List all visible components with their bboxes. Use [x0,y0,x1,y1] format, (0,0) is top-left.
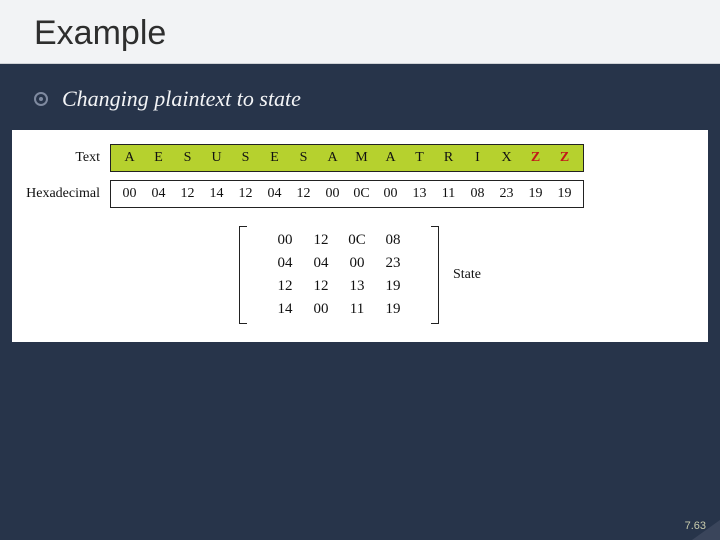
figure-panel: Text AESUSESAMATRIXZZ Hexadecimal 000412… [12,130,708,342]
matrix-cell: 11 [339,301,375,318]
text-cell: E [260,147,289,169]
hex-cell: 00 [376,183,405,205]
bracket-left-icon [239,226,247,324]
hex-row-label: Hexadecimal [22,186,110,202]
matrix-cell: 14 [267,301,303,318]
text-cell: A [376,147,405,169]
hex-cell: 19 [550,183,579,205]
matrix-cell: 12 [303,232,339,249]
bullet-text: Changing plaintext to state [62,86,301,112]
text-cell: A [318,147,347,169]
bullet-row: Changing plaintext to state [0,64,720,124]
matrix-cell: 23 [375,255,411,272]
hex-row: Hexadecimal 00041214120412000C0013110823… [22,180,698,208]
text-cell: I [463,147,492,169]
hex-cell: 14 [202,183,231,205]
title-band: Example [0,0,720,64]
hex-cell: 23 [492,183,521,205]
hex-cells: 00041214120412000C00131108231919 [110,180,584,208]
text-cell: R [434,147,463,169]
text-cell: U [202,147,231,169]
matrix-cell: 19 [375,278,411,295]
state-matrix: 00120C08040400231212131914001119 [257,226,421,324]
text-cell: M [347,147,376,169]
bullet-icon [34,92,48,106]
text-cell: Z [550,147,579,169]
matrix-cell: 00 [339,255,375,272]
hex-cell: 08 [463,183,492,205]
state-label: State [453,267,481,283]
hex-cell: 04 [260,183,289,205]
bracket-right-icon [431,226,439,324]
matrix-cell: 12 [267,278,303,295]
hex-cell: 13 [405,183,434,205]
matrix-cell: 13 [339,278,375,295]
slide-title: Example [34,14,686,53]
matrix-cell: 04 [303,255,339,272]
hex-cell: 04 [144,183,173,205]
text-cell: Z [521,147,550,169]
slide-number: 7.63 [685,520,706,532]
hex-cell: 12 [289,183,318,205]
hex-cell: 19 [521,183,550,205]
hex-cell: 11 [434,183,463,205]
matrix-cell: 08 [375,232,411,249]
hex-cell: 00 [318,183,347,205]
matrix-cell: 00 [303,301,339,318]
text-cell: S [231,147,260,169]
matrix-cell: 12 [303,278,339,295]
hex-cell: 00 [115,183,144,205]
hex-cell: 0C [347,183,376,205]
text-cell: S [173,147,202,169]
text-cell: X [492,147,521,169]
text-cell: E [144,147,173,169]
text-cells: AESUSESAMATRIXZZ [110,144,584,172]
matrix-cell: 04 [267,255,303,272]
hex-cell: 12 [173,183,202,205]
hex-cell: 12 [231,183,260,205]
matrix-cell: 19 [375,301,411,318]
text-row-label: Text [22,150,110,166]
text-cell: S [289,147,318,169]
text-cell: T [405,147,434,169]
text-row: Text AESUSESAMATRIXZZ [22,144,698,172]
matrix-cell: 00 [267,232,303,249]
matrix-cell: 0C [339,232,375,249]
text-cell: A [115,147,144,169]
state-matrix-wrap: 00120C08040400231212131914001119 State [22,226,698,324]
